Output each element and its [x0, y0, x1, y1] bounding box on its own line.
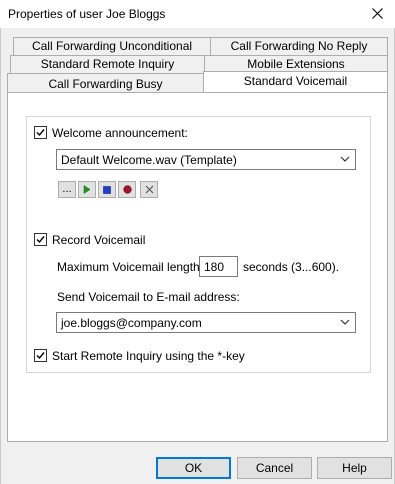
tab-standard-voicemail[interactable]: Standard Voicemail — [203, 71, 388, 92]
tab-label: Standard Voicemail — [243, 74, 348, 88]
play-icon — [83, 185, 91, 194]
email-address-value: joe.bloggs@company.com — [61, 316, 202, 330]
welcome-announcement-label: Welcome announcement: — [52, 126, 188, 140]
chevron-down-icon — [340, 319, 350, 325]
window-title: Properties of user Joe Bloggs — [8, 7, 166, 21]
max-length-label: Maximum Voicemail length — [57, 260, 200, 274]
max-length-value: 180 — [204, 260, 225, 274]
record-button[interactable] — [118, 181, 136, 198]
record-voicemail-checkbox[interactable] — [34, 233, 47, 246]
cancel-button[interactable]: Cancel — [237, 457, 312, 479]
close-button[interactable] — [361, 0, 395, 28]
record-icon — [122, 185, 132, 194]
close-icon — [145, 185, 153, 194]
tab-label: Call Forwarding No Reply — [230, 39, 368, 53]
delete-button[interactable] — [140, 181, 158, 198]
tab-standard-remote-inquiry[interactable]: Standard Remote Inquiry — [10, 55, 205, 73]
welcome-file-value: Default Welcome.wav (Template) — [61, 153, 237, 167]
play-button[interactable] — [78, 181, 96, 198]
window-border-left — [0, 28, 1, 484]
tab-label: Call Forwarding Unconditional — [31, 39, 193, 53]
tab-label: Mobile Extensions — [247, 57, 345, 71]
browse-button[interactable]: ... — [58, 181, 76, 198]
max-length-unit: seconds (3...600). — [243, 260, 340, 274]
ellipsis-icon: ... — [62, 183, 72, 195]
remote-inquiry-label: Start Remote Inquiry using the *-key — [52, 349, 245, 363]
max-length-input[interactable]: 180 — [199, 256, 238, 277]
stop-button[interactable] — [98, 181, 116, 198]
welcome-announcement-checkbox[interactable] — [34, 126, 47, 139]
close-icon — [372, 8, 383, 19]
ok-button[interactable]: OK — [156, 457, 231, 479]
chevron-down-icon — [340, 156, 350, 162]
help-button[interactable]: Help — [317, 457, 392, 479]
send-email-label: Send Voicemail to E-mail address: — [57, 290, 240, 304]
title-bar: Properties of user Joe Bloggs — [0, 0, 395, 28]
email-address-dropdown[interactable]: joe.bloggs@company.com — [56, 312, 356, 333]
record-voicemail-label: Record Voicemail — [52, 233, 146, 247]
tab-call-forwarding-busy[interactable]: Call Forwarding Busy — [7, 73, 204, 92]
tab-label: Call Forwarding Busy — [48, 77, 163, 91]
checkmark-icon — [36, 236, 45, 244]
tab-call-forwarding-unconditional[interactable]: Call Forwarding Unconditional — [13, 37, 211, 55]
remote-inquiry-checkbox[interactable] — [34, 349, 47, 362]
checkmark-icon — [36, 352, 45, 360]
checkmark-icon — [36, 129, 45, 137]
welcome-file-dropdown[interactable]: Default Welcome.wav (Template) — [56, 149, 356, 170]
tab-call-forwarding-no-reply[interactable]: Call Forwarding No Reply — [210, 37, 388, 55]
stop-icon — [103, 185, 111, 194]
tab-label: Standard Remote Inquiry — [40, 57, 175, 71]
